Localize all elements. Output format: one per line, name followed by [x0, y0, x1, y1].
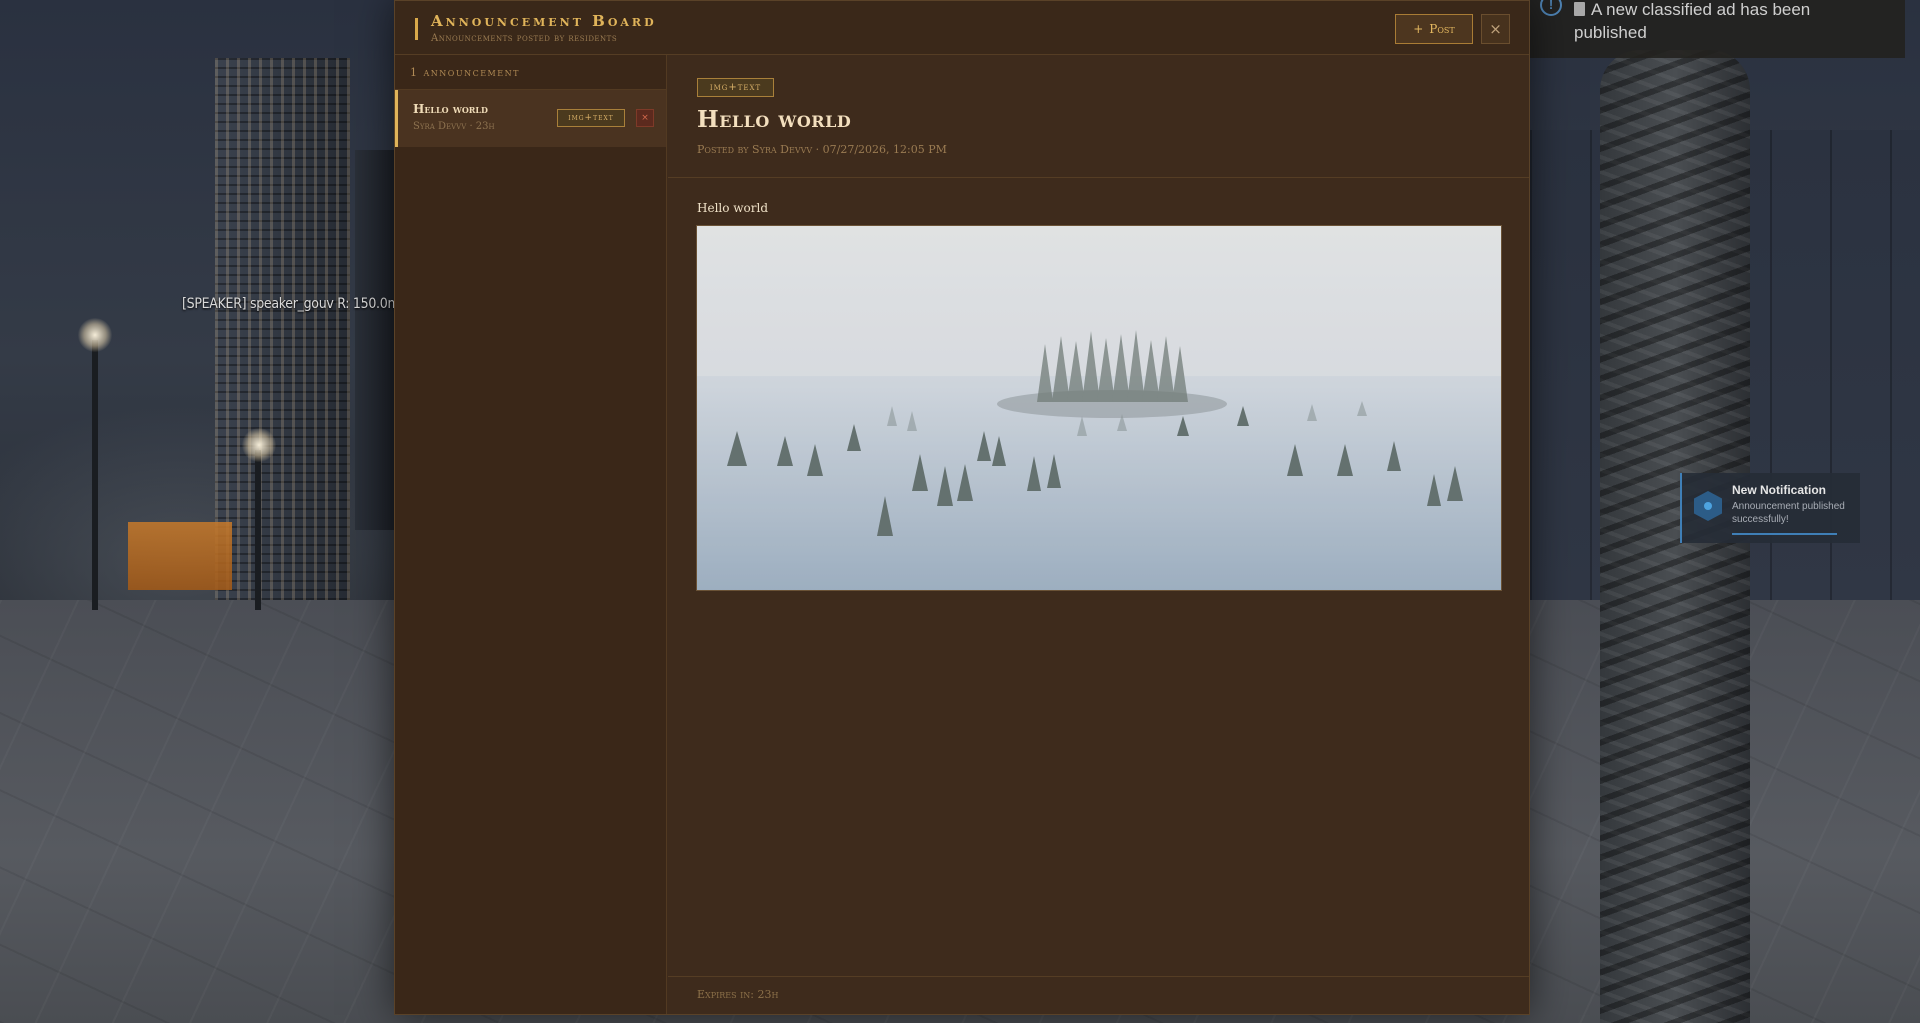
- info-icon: !: [1540, 0, 1562, 16]
- delete-icon: ×: [641, 113, 649, 123]
- background-skyscraper: [355, 150, 395, 530]
- list-item-meta: Syra Devvv · 23h: [413, 121, 495, 132]
- street-lamp-light: [242, 428, 276, 462]
- announcement-board-modal: Announcement Board Announcements posted …: [394, 0, 1530, 1015]
- notification-title: New Notification: [1732, 483, 1827, 497]
- toast-line-1: A new classified ad has been: [1591, 0, 1811, 19]
- notification-progress-bar: [1732, 533, 1837, 535]
- announcement-meta: Posted by Syra Devvv · 07/27/2026, 12:05…: [697, 143, 947, 156]
- notification-card: New Notification Announcement published …: [1680, 473, 1860, 543]
- hexagon-bell-icon: [1694, 491, 1722, 521]
- type-badge: img+text: [697, 78, 774, 97]
- list-item[interactable]: Hello world Syra Devvv · 23h img+text ×: [395, 90, 666, 147]
- street-lamp-light: [78, 318, 112, 352]
- type-badge: img+text: [557, 109, 625, 127]
- board-subtitle: Announcements posted by residents: [431, 33, 618, 44]
- post-button-label: Post: [1429, 22, 1455, 36]
- header-accent-bar: [415, 18, 418, 40]
- notification-message: Announcement published successfully!: [1732, 501, 1845, 525]
- delete-button[interactable]: ×: [636, 109, 654, 127]
- background-skyscraper: [215, 58, 350, 618]
- close-button[interactable]: ×: [1481, 14, 1510, 44]
- orange-marker: [128, 522, 232, 590]
- close-icon: ×: [1489, 20, 1502, 38]
- toast-message: A new classified ad has been published: [1574, 0, 1893, 44]
- board-title: Announcement Board: [431, 12, 657, 30]
- announcement-count: 1 announcement: [410, 66, 520, 79]
- plus-icon: +: [1413, 22, 1424, 36]
- document-icon: [1574, 2, 1585, 16]
- board-header: Announcement Board Announcements posted …: [395, 1, 1529, 55]
- announcement-title: Hello world: [697, 106, 852, 133]
- detail-header: img+text Hello world Posted by Syra Devv…: [668, 55, 1529, 178]
- street-lamp: [255, 450, 261, 610]
- list-item-title: Hello world: [413, 102, 488, 116]
- detail-footer: Expires in: 23h: [668, 976, 1529, 1014]
- foggy-lake-image: [697, 226, 1501, 590]
- expires-label: Expires in: 23h: [697, 988, 779, 1001]
- announcement-body: Hello world: [697, 201, 769, 215]
- classified-toast: ! A new classified ad has been published: [1530, 0, 1905, 58]
- announcement-sidebar: 1 announcement Hello world Syra Devvv · …: [395, 55, 667, 1014]
- announcement-image: [696, 225, 1502, 591]
- toast-line-2: published: [1574, 23, 1647, 42]
- street-lamp: [92, 340, 98, 610]
- speaker-label: [SPEAKER] speaker_gouv R: 150.0m: [182, 296, 400, 312]
- post-button[interactable]: + Post: [1395, 14, 1473, 44]
